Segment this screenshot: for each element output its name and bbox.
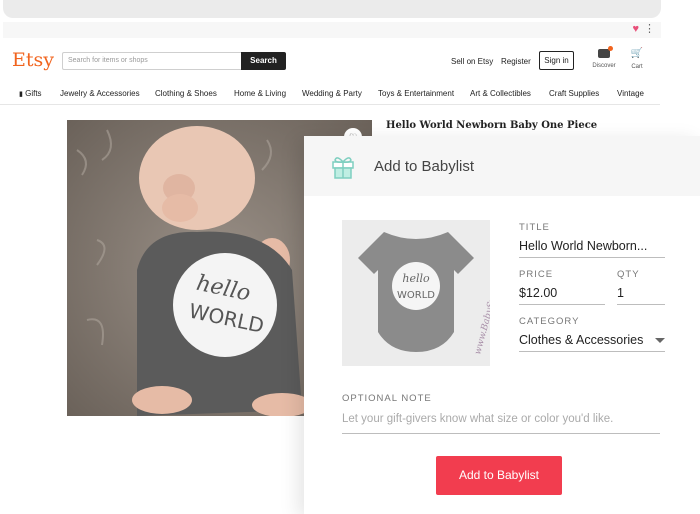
cart-button[interactable]: 🛒 Cart	[627, 48, 647, 71]
category-home[interactable]: Home & Living	[234, 89, 286, 98]
category-wedding[interactable]: Wedding & Party	[302, 89, 362, 98]
onesie-illustration: hello WORLD www.BabySwag.com	[342, 220, 490, 366]
chevron-down-icon[interactable]	[655, 338, 665, 343]
heart-icon[interactable]: ♥	[632, 23, 639, 35]
product-title: Hello World Newborn Baby One Piece	[386, 120, 598, 131]
category-underline	[519, 351, 665, 352]
category-clothing[interactable]: Clothing & Shoes	[155, 89, 217, 98]
babylist-title: Add to Babylist	[374, 158, 475, 175]
discover-button[interactable]: Discover	[590, 46, 618, 69]
search-button[interactable]: Search	[241, 52, 286, 70]
price-label: PRICE	[519, 269, 554, 280]
category-gifts[interactable]: ▮ Gifts	[19, 89, 42, 98]
thumb-lettering-hello: hello	[402, 272, 430, 285]
note-label: OPTIONAL NOTE	[342, 393, 432, 404]
add-to-babylist-button[interactable]: Add to Babylist	[436, 456, 562, 495]
discover-label: Discover	[592, 63, 616, 69]
category-toys[interactable]: Toys & Entertainment	[378, 89, 454, 98]
category-nav: ▮ Gifts Jewelry & Accessories Clothing &…	[0, 83, 660, 105]
title-label: TITLE	[519, 222, 550, 233]
product-thumbnail: hello WORLD www.BabySwag.com	[342, 220, 490, 366]
category-vintage[interactable]: Vintage	[617, 89, 644, 98]
browser-address-bar[interactable]: ♥ ⋮	[3, 22, 661, 38]
thumb-lettering-world: WORLD	[397, 290, 435, 301]
category-label: Gifts	[25, 89, 42, 98]
cart-icon: 🛒	[630, 48, 644, 59]
note-underline	[342, 433, 660, 434]
category-jewelry[interactable]: Jewelry & Accessories	[60, 89, 140, 98]
category-craft[interactable]: Craft Supplies	[549, 89, 599, 98]
note-field[interactable]: Let your gift-givers know what size or c…	[342, 413, 613, 425]
qty-underline	[617, 304, 665, 305]
category-art[interactable]: Art & Collectibles	[470, 89, 531, 98]
title-underline	[519, 257, 665, 258]
gift-icon: ▮	[19, 91, 23, 98]
babylist-panel: Add to Babylist hello WORLD www.BabySwag…	[304, 136, 700, 514]
register-link[interactable]: Register	[501, 57, 531, 66]
etsy-logo[interactable]: Etsy	[12, 49, 54, 71]
gift-icon	[332, 157, 354, 179]
price-underline	[519, 304, 605, 305]
title-field[interactable]: Hello World Newborn...	[519, 239, 647, 253]
search-input[interactable]: Search for items or shops	[62, 52, 242, 70]
sign-in-button[interactable]: Sign in	[539, 51, 574, 70]
qty-field[interactable]: 1	[617, 286, 624, 300]
more-vertical-icon[interactable]: ⋮	[644, 22, 655, 36]
babylist-header: Add to Babylist	[304, 136, 700, 196]
price-field[interactable]: $12.00	[519, 286, 557, 300]
qty-label: QTY	[617, 269, 640, 280]
sell-on-etsy-link[interactable]: Sell on Etsy	[451, 57, 493, 66]
category-select[interactable]: Clothes & Accessories	[519, 333, 643, 347]
discover-icon	[598, 46, 613, 58]
category-label: CATEGORY	[519, 316, 580, 327]
browser-tab-strip	[3, 0, 661, 18]
cart-label: Cart	[631, 64, 643, 70]
